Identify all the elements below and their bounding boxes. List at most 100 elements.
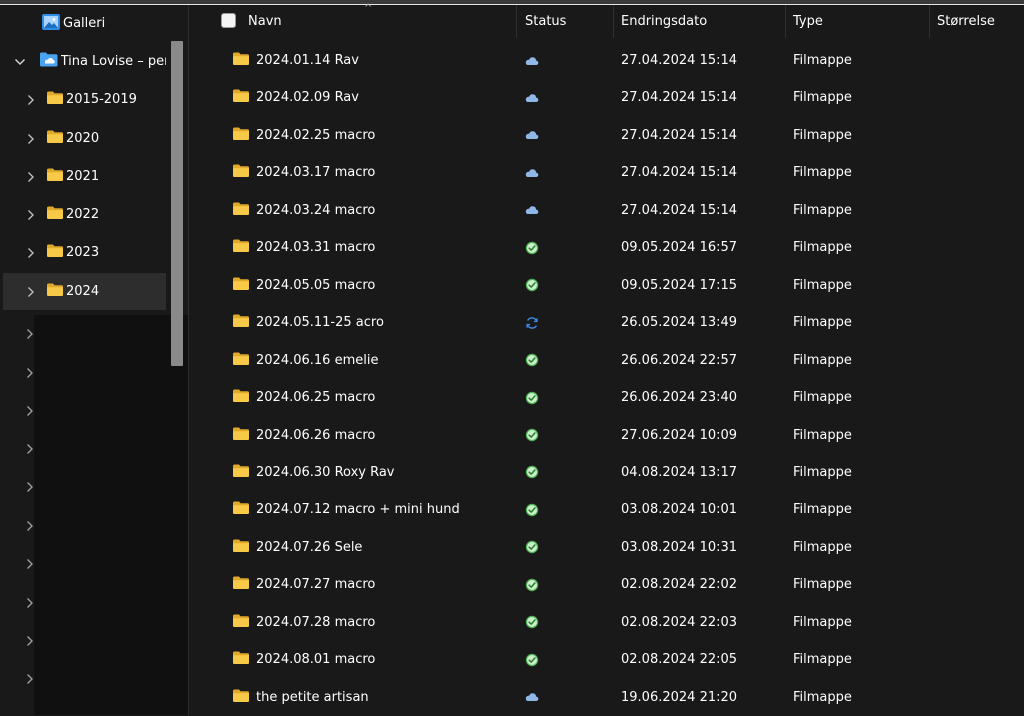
name-cell: 2024.07.28 macro (232, 604, 375, 641)
chevron-right-icon[interactable] (26, 478, 34, 497)
name-cell: 2024.02.09 Rav (232, 79, 359, 116)
modified-date: 03.08.2024 10:31 (621, 539, 738, 555)
table-row[interactable]: 2024.03.31 macro 09.05.2024 16:57 Filmappe (190, 229, 1024, 266)
table-row[interactable]: 2024.07.26 Sele 03.08.2024 10:31 Filmappe (190, 529, 1024, 566)
chevron-right-icon[interactable] (26, 555, 34, 574)
cloud-only-icon (524, 117, 540, 154)
folder-icon (46, 243, 64, 262)
file-name: 2024.06.25 macro (256, 390, 376, 406)
sidebar-item-galleri[interactable]: Galleri (3, 5, 166, 42)
chevron-right-icon[interactable] (24, 246, 38, 260)
cloud-only-icon (524, 192, 540, 229)
folder-icon (232, 163, 250, 182)
name-cell: the petite artisan (232, 679, 369, 716)
table-row[interactable]: the petite artisan 19.06.2024 21:20 Filmap… (190, 679, 1024, 716)
modified-date: 09.05.2024 17:15 (621, 277, 738, 293)
sidebar-item-2021[interactable]: 2021 (3, 158, 166, 195)
sync-in-progress-icon (524, 304, 540, 341)
synced-check-icon (524, 417, 540, 454)
sidebar-item-label: 2015-2019 (66, 92, 137, 107)
file-name: 2024.05.05 macro (256, 277, 376, 293)
chevron-right-icon[interactable] (26, 440, 34, 459)
file-name: 2024.06.26 macro (256, 427, 376, 443)
folder-icon (232, 538, 250, 557)
synced-check-icon (524, 641, 540, 678)
column-header-type[interactable]: Type (793, 5, 823, 38)
synced-check-icon (524, 229, 540, 266)
table-row[interactable]: 2024.01.14 Rav 27.04.2024 15:14 Filmappe (190, 42, 1024, 79)
chevron-right-icon[interactable] (26, 364, 34, 383)
sidebar-scrollbar[interactable] (171, 41, 183, 366)
file-name: the petite artisan (256, 689, 369, 705)
column-header-size[interactable]: Størrelse (937, 5, 995, 38)
table-row[interactable]: 2024.03.17 macro 27.04.2024 15:14 Filmappe (190, 154, 1024, 191)
folder-icon (232, 276, 250, 295)
chevron-right-icon[interactable] (24, 132, 38, 146)
folder-icon (232, 313, 250, 332)
table-row[interactable]: 2024.07.27 macro 02.08.2024 22:02 Filmappe (190, 566, 1024, 603)
sidebar-item-label: 2022 (66, 207, 100, 222)
modified-date: 02.08.2024 22:05 (621, 652, 738, 668)
file-type: Filmappe (793, 689, 852, 705)
table-row[interactable]: 2024.06.26 macro 27.06.2024 10:09 Filmappe (190, 417, 1024, 454)
folder-icon (232, 426, 250, 445)
column-header-name[interactable]: Navn (248, 5, 282, 38)
folder-icon (232, 388, 250, 407)
modified-date: 19.06.2024 21:20 (621, 689, 738, 705)
table-row[interactable]: 2024.02.09 Rav 27.04.2024 15:14 Filmappe (190, 79, 1024, 116)
table-row[interactable]: 2024.06.30 Roxy Rav 04.08.2024 13:17 Filma… (190, 454, 1024, 491)
table-row[interactable]: 2024.05.11-25 acro 26.05.2024 13:49 Filmap… (190, 304, 1024, 341)
chevron-right-icon[interactable] (26, 632, 34, 651)
synced-check-icon (524, 566, 540, 603)
sidebar-item-2015-2019[interactable]: 2015-2019 (3, 81, 166, 118)
table-row[interactable]: 2024.05.05 macro 09.05.2024 17:15 Filmappe (190, 267, 1024, 304)
name-cell: 2024.06.16 emelie (232, 342, 378, 379)
folder-icon (232, 51, 250, 70)
column-header-date[interactable]: Endringsdato (621, 5, 707, 38)
synced-check-icon (524, 267, 540, 304)
file-type: Filmappe (793, 202, 852, 218)
table-row[interactable]: 2024.03.24 macro 27.04.2024 15:14 Filmappe (190, 192, 1024, 229)
table-row[interactable]: 2024.02.25 macro 27.04.2024 15:14 Filmappe (190, 117, 1024, 154)
sidebar-item-2022[interactable]: 2022 (3, 196, 166, 233)
chevron-right-icon[interactable] (26, 517, 34, 536)
chevron-right-icon[interactable] (26, 594, 34, 613)
file-type: Filmappe (793, 352, 852, 368)
folder-icon (232, 238, 250, 257)
column-divider[interactable] (613, 5, 614, 38)
sidebar-item-2020[interactable]: 2020 (3, 120, 166, 157)
table-row[interactable]: 2024.08.01 macro 02.08.2024 22:05 Filmappe (190, 641, 1024, 678)
sidebar-item-label: Tina Lovise – per (60, 54, 166, 69)
chevron-right-icon[interactable] (26, 402, 34, 421)
folder-icon (232, 201, 250, 220)
file-name: 2024.02.25 macro (256, 127, 376, 143)
table-row[interactable]: 2024.07.28 macro 02.08.2024 22:03 Filmappe (190, 604, 1024, 641)
folder-icon (232, 500, 250, 519)
chevron-right-icon[interactable] (24, 285, 38, 299)
folder-icon (232, 126, 250, 145)
chevron-right-icon[interactable] (26, 670, 34, 689)
table-row[interactable]: 2024.06.16 emelie 26.06.2024 22:57 Filmapp… (190, 342, 1024, 379)
chevron-right-icon[interactable] (24, 93, 38, 107)
name-cell: 2024.07.12 macro + mini hund (232, 491, 460, 528)
column-divider[interactable] (516, 5, 517, 38)
chevron-down-icon[interactable] (13, 55, 27, 69)
onedrive-icon (39, 51, 59, 72)
modified-date: 04.08.2024 13:17 (621, 464, 738, 480)
table-row[interactable]: 2024.07.12 macro + mini hund 03.08.2024 1… (190, 491, 1024, 528)
chevron-right-icon[interactable] (26, 325, 34, 344)
folder-icon (46, 129, 64, 148)
select-all-checkbox[interactable] (221, 13, 236, 28)
chevron-right-icon[interactable] (24, 208, 38, 222)
sidebar-item-tina-lovise-per[interactable]: Tina Lovise – per (3, 43, 166, 80)
chevron-right-icon[interactable] (24, 170, 38, 184)
table-row[interactable]: 2024.06.25 macro 26.06.2024 23:40 Filmappe (190, 379, 1024, 416)
column-divider[interactable] (785, 5, 786, 38)
column-divider[interactable] (929, 5, 930, 38)
column-header-status[interactable]: Status (525, 5, 566, 38)
synced-check-icon (524, 454, 540, 491)
synced-check-icon (524, 604, 540, 641)
sidebar-item-2024[interactable]: 2024 (3, 273, 166, 310)
sidebar-item-2023[interactable]: 2023 (3, 234, 166, 271)
sort-ascending-icon: ^ (364, 3, 373, 14)
